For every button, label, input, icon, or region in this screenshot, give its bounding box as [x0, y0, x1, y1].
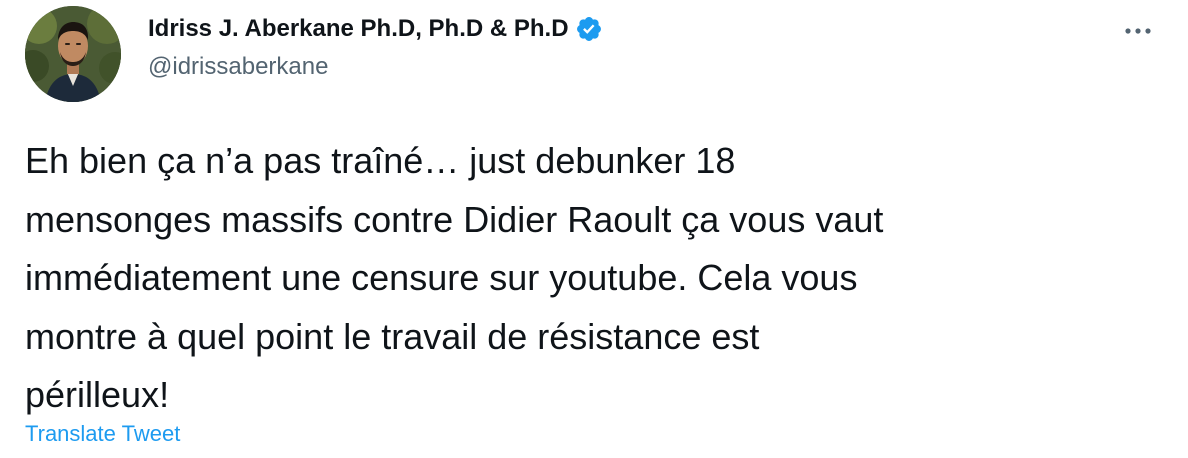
tweet-text: Eh bien ça n’a pas traîné… just debunker…	[25, 140, 884, 415]
avatar-image	[25, 6, 121, 102]
tweet-author: Idriss J. Aberkane Ph.D, Ph.D & Ph.D @id…	[148, 12, 603, 81]
translate-tweet-link[interactable]: Translate Tweet	[25, 421, 180, 447]
author-handle[interactable]: @idrissaberkane	[148, 53, 603, 81]
more-options-button[interactable]	[1118, 16, 1158, 46]
author-name-row: Idriss J. Aberkane Ph.D, Ph.D & Ph.D	[148, 12, 603, 46]
avatar[interactable]	[25, 6, 121, 102]
author-display-name[interactable]: Idriss J. Aberkane Ph.D, Ph.D & Ph.D	[148, 15, 569, 43]
verified-badge-icon	[575, 15, 603, 43]
more-options-icon	[1125, 28, 1151, 34]
tweet-card: Idriss J. Aberkane Ph.D, Ph.D & Ph.D @id…	[0, 0, 1188, 458]
